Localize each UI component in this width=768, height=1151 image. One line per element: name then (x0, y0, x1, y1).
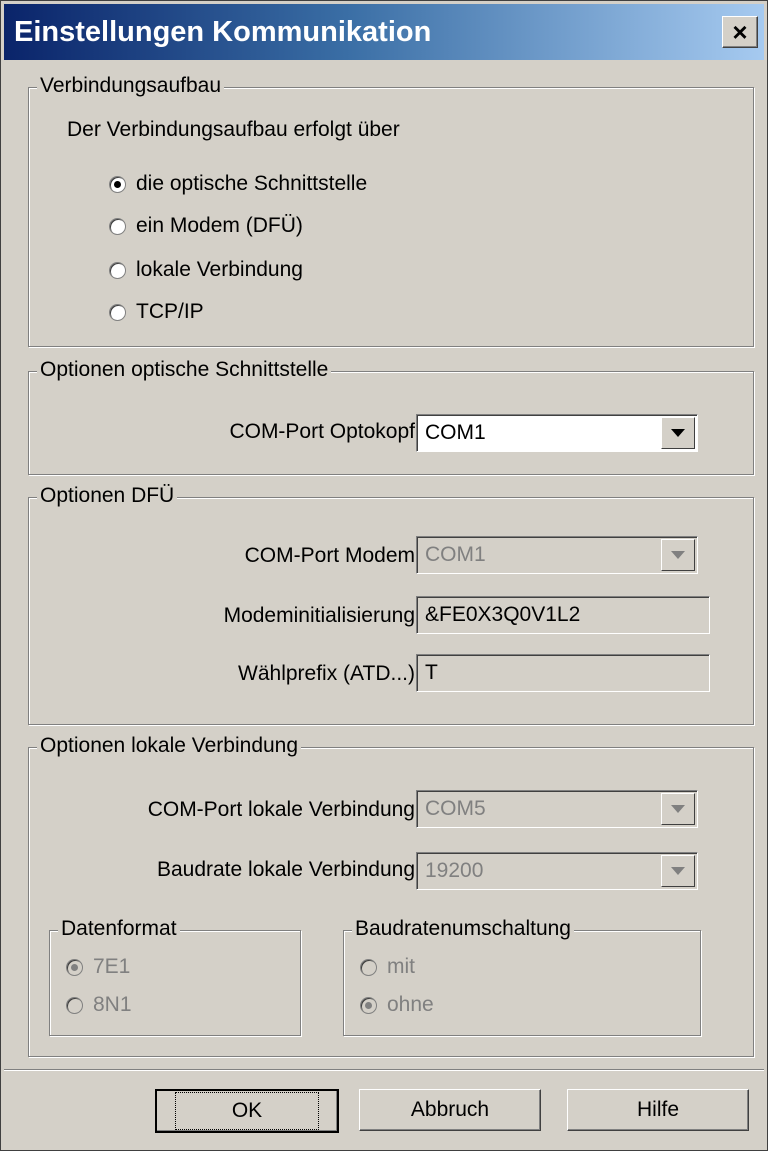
radio-optical-label: die optische Schnittstelle (136, 172, 368, 195)
combo-com-modem-value: COM1 (425, 543, 486, 566)
button-separator (4, 1069, 764, 1071)
label-dial-prefix: Wählprefix (ATD...) (238, 662, 415, 685)
combo-com-optokopf-dropdown[interactable] (661, 417, 695, 449)
radio-ohne[interactable]: ohne (360, 993, 434, 1017)
combo-com-local-dropdown[interactable] (661, 793, 695, 825)
group-optical-options: Optionen optische Schnittstelle COM-Port… (28, 358, 754, 475)
group-dfue-options: Optionen DFÜ COM-Port Modem COM1 Modemin… (28, 484, 754, 725)
radio-mit-label: mit (387, 955, 415, 978)
chevron-down-icon (671, 551, 685, 559)
label-com-modem: COM-Port Modem (244, 544, 415, 567)
legend-optical-options: Optionen optische Schnittstelle (37, 358, 332, 382)
combo-com-modem[interactable]: COM1 (416, 536, 698, 574)
legend-verbindungsaufbau: Verbindungsaufbau (37, 74, 224, 98)
combo-com-optokopf-value: COM1 (425, 421, 486, 444)
combo-com-local[interactable]: COM5 (416, 790, 698, 828)
combo-baud-local-dropdown[interactable] (661, 855, 695, 887)
legend-baudumschaltung: Baudratenumschaltung (352, 917, 574, 941)
input-dial-prefix[interactable]: T (416, 654, 710, 692)
radio-modem-circle[interactable] (109, 217, 126, 235)
chevron-down-icon (671, 429, 685, 437)
legend-local-options: Optionen lokale Verbindung (37, 734, 302, 758)
ok-button[interactable]: OK (155, 1089, 339, 1133)
label-com-optokopf: COM-Port Optokopf (229, 420, 415, 443)
label-baud-local: Baudrate lokale Verbindung (156, 858, 415, 881)
radio-8n1[interactable]: 8N1 (66, 993, 132, 1017)
cancel-button[interactable]: Abbruch (359, 1089, 541, 1131)
close-icon: × (732, 17, 748, 47)
combo-com-optokopf[interactable]: COM1 (416, 414, 698, 452)
group-verbindungsaufbau: Verbindungsaufbau Der Verbindungsaufbau … (28, 74, 754, 347)
combo-com-modem-dropdown[interactable] (661, 539, 695, 571)
radio-7e1-circle[interactable] (66, 958, 83, 976)
settings-dialog: Einstellungen Kommunikation × Verbindung… (0, 0, 768, 1151)
radio-8n1-circle[interactable] (66, 996, 83, 1014)
combo-baud-local[interactable]: 19200 (416, 852, 698, 890)
radio-optical-circle[interactable] (109, 175, 126, 193)
radio-local[interactable]: lokale Verbindung (109, 258, 303, 282)
window-title: Einstellungen Kommunikation (14, 16, 432, 48)
radio-tcpip-label: TCP/IP (136, 300, 204, 323)
radio-tcpip[interactable]: TCP/IP (109, 300, 204, 324)
input-modem-init[interactable]: &FE0X3Q0V1L2 (416, 596, 710, 634)
label-com-local: COM-Port lokale Verbindung (147, 798, 415, 821)
radio-modem-label: ein Modem (DFÜ) (136, 214, 303, 237)
radio-local-label: lokale Verbindung (136, 258, 303, 281)
input-dial-prefix-value: T (425, 661, 438, 684)
legend-dfue-options: Optionen DFÜ (37, 484, 178, 508)
radio-modem[interactable]: ein Modem (DFÜ) (109, 214, 303, 238)
group-baudumschaltung: Baudratenumschaltung mit ohne (343, 917, 701, 1036)
chevron-down-icon (671, 805, 685, 813)
ok-button-label: OK (174, 1092, 320, 1130)
input-modem-init-value: &FE0X3Q0V1L2 (425, 603, 581, 626)
radio-mit-circle[interactable] (360, 958, 377, 976)
label-modem-init: Modeminitialisierung (223, 604, 415, 627)
radio-ohne-circle[interactable] (360, 996, 377, 1014)
group-datenformat: Datenformat 7E1 8N1 (49, 917, 301, 1036)
title-bar: Einstellungen Kommunikation × (4, 4, 764, 60)
close-button[interactable]: × (722, 16, 758, 48)
chevron-down-icon (671, 867, 685, 875)
radio-mit[interactable]: mit (360, 955, 415, 979)
help-button[interactable]: Hilfe (567, 1089, 749, 1131)
cancel-button-label: Abbruch (410, 1098, 490, 1121)
connection-prompt: Der Verbindungsaufbau erfolgt über (67, 118, 400, 141)
combo-com-local-value: COM5 (425, 797, 486, 820)
legend-datenformat: Datenformat (58, 917, 180, 941)
radio-optical[interactable]: die optische Schnittstelle (109, 172, 367, 196)
combo-baud-local-value: 19200 (425, 859, 484, 882)
radio-tcpip-circle[interactable] (109, 303, 126, 321)
radio-7e1-label: 7E1 (93, 955, 131, 978)
help-button-label: Hilfe (636, 1098, 679, 1121)
radio-ohne-label: ohne (387, 993, 434, 1016)
radio-8n1-label: 8N1 (93, 993, 132, 1016)
radio-local-circle[interactable] (109, 261, 126, 279)
radio-7e1[interactable]: 7E1 (66, 955, 130, 979)
group-local-options: Optionen lokale Verbindung COM-Port loka… (28, 734, 754, 1057)
